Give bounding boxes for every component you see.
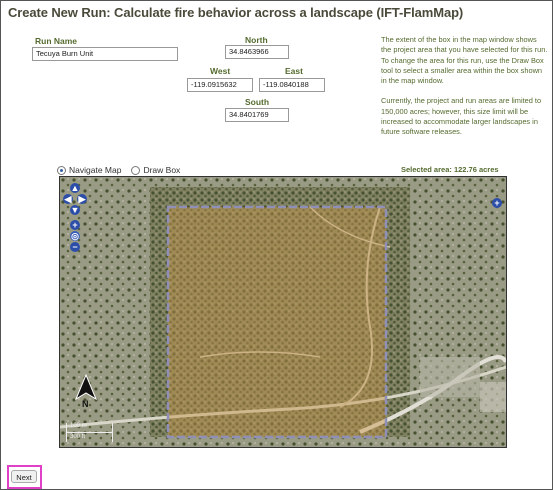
run-name-label: Run Name <box>35 36 78 46</box>
selected-area-readout: Selected area: 122.76 acres <box>401 165 499 174</box>
layer-switcher-icon[interactable]: + <box>492 198 502 208</box>
selection-box <box>166 205 388 439</box>
north-label: North <box>245 35 268 45</box>
page-frame: Create New Run: Calculate fire behavior … <box>0 0 553 490</box>
scale-imperial-label: 300 ft <box>70 434 86 440</box>
scale-metric-label: 100 m <box>70 423 87 429</box>
east-input[interactable]: -119.0840188 <box>259 78 325 92</box>
next-button[interactable]: Next <box>11 470 37 483</box>
navigate-map-radio[interactable] <box>57 165 66 175</box>
navigate-map-label[interactable]: Navigate Map <box>69 165 121 175</box>
pan-west-icon[interactable]: ◀ <box>63 194 73 204</box>
map-mode-selector: Navigate Map Draw Box <box>57 165 180 175</box>
info-panel: The extent of the box in the map window … <box>381 35 549 148</box>
page-title: Create New Run: Calculate fire behavior … <box>8 5 464 20</box>
north-arrow-label: N <box>82 399 89 409</box>
pan-north-icon[interactable]: ▲ <box>70 183 80 193</box>
zoom-in-icon[interactable]: + <box>70 220 80 230</box>
info-paragraph-limit: Currently, the project and run areas are… <box>381 96 542 137</box>
west-input[interactable]: -119.0915632 <box>187 78 253 92</box>
scale-bar: 100 m 300 ft <box>66 423 113 442</box>
draw-box-radio[interactable] <box>131 165 141 175</box>
next-button-highlight: Next <box>7 465 42 489</box>
run-name-input[interactable]: Tecuya Burn Unit <box>32 47 178 61</box>
pan-south-icon[interactable]: ▼ <box>70 205 80 215</box>
south-label: South <box>245 97 270 107</box>
west-label: West <box>210 66 231 76</box>
east-label: East <box>285 66 303 76</box>
map-viewport[interactable]: ▲ ◀ ▶ ▼ + ◎ − + N 100 m 300 ft <box>59 176 507 448</box>
draw-box-label[interactable]: Draw Box <box>143 165 180 175</box>
south-input[interactable]: 34.8401769 <box>225 108 289 122</box>
north-input[interactable]: 34.8463966 <box>225 45 289 59</box>
zoom-world-icon[interactable]: ◎ <box>70 231 80 241</box>
pan-east-icon[interactable]: ▶ <box>77 194 87 204</box>
zoom-out-icon[interactable]: − <box>70 242 80 252</box>
info-paragraph-extent: The extent of the box in the map window … <box>381 35 548 86</box>
satellite-imagery <box>60 177 506 447</box>
